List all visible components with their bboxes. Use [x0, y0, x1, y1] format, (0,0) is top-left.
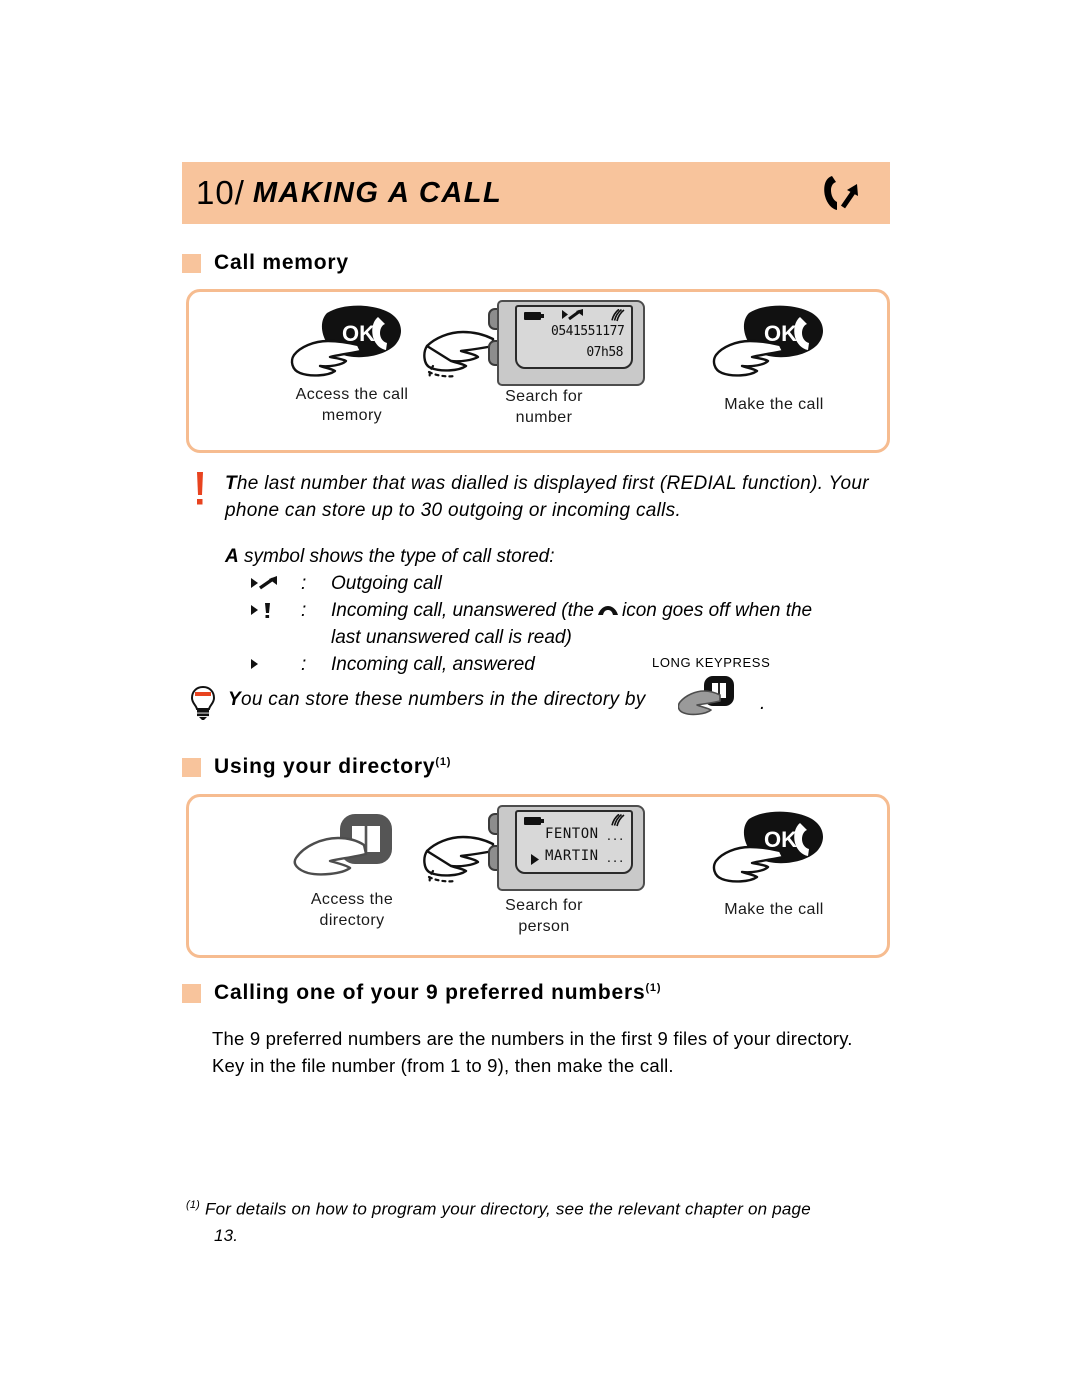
- section-title-footnote-mark: (1): [645, 982, 662, 994]
- tip-note: You can store these numbers in the direc…: [228, 686, 888, 713]
- exclamation-warning-icon: [192, 472, 208, 506]
- section-title-text: Calling one of your 9 preferred numbers: [214, 981, 646, 1004]
- footnote-line2: 13.: [214, 1225, 239, 1245]
- step-caption-line2: person: [518, 918, 570, 935]
- page-bottom-cutoff-strip: [0, 1368, 1080, 1378]
- symbol-row-incoming-answered: : Incoming call, answered: [225, 651, 890, 678]
- hand-pressing-navigation-key-icon: [423, 827, 497, 890]
- warning-line2: phone can store up to 30 outgoing or inc…: [225, 500, 682, 521]
- symbol-description-after: icon goes off when the: [621, 600, 813, 621]
- step-search-for-person: FENTON ... MARTIN ... Search for person: [423, 805, 659, 937]
- step-make-the-call: OK Make the call: [659, 809, 889, 920]
- signal-strength-icon: [611, 308, 626, 322]
- section-title-text: Call memory: [214, 251, 349, 274]
- symbol-colon: :: [301, 654, 307, 675]
- preferred-body-line2: Key in the file number (from 1 to 9), th…: [212, 1055, 674, 1076]
- selection-triangle-icon: [531, 852, 540, 870]
- step-caption-line1: Search for: [505, 897, 583, 914]
- chapter-number: 10/: [196, 174, 245, 211]
- tip-lead-letter: Y: [228, 689, 241, 710]
- outgoing-call-arrow-icon: [562, 307, 586, 324]
- symbol-row-outgoing: : Outgoing call: [225, 570, 890, 597]
- section-title-text: Using your directory: [214, 755, 436, 778]
- hand-pressing-directory-key-icon: [677, 676, 740, 725]
- hand-pressing-ok-key-icon: OK: [708, 805, 840, 894]
- tip-text: ou can store these numbers in the direct…: [240, 689, 646, 710]
- section-title-footnote-mark: (1): [435, 756, 452, 768]
- footnote-line1: For details on how to program your direc…: [204, 1199, 811, 1219]
- step-make-the-call: OK Make the call: [659, 302, 889, 415]
- section-heading-call-memory: Call memory: [182, 251, 349, 275]
- warning-lead-letter: T: [225, 473, 237, 494]
- tip-trailing-period: .: [760, 693, 766, 714]
- long-keypress-label: LONG KEYPRESS: [652, 655, 771, 670]
- step-caption-line2: number: [515, 409, 573, 426]
- battery-icon: [524, 312, 544, 320]
- document-page: 10/ MAKING A CALL Call memory OK Access …: [0, 0, 1080, 1378]
- phone-screen-call-memory: 0541551177 07h58: [515, 305, 633, 369]
- warning-note: The last number that was dialled is disp…: [225, 470, 885, 524]
- call-memory-illustration-box: OK Access the call memory 0541551177 07h…: [186, 289, 890, 453]
- lcd-directory-entry-1-dots: ...: [605, 830, 625, 843]
- directory-illustration-box: Access the directory FENTON ... MARTIN .…: [186, 794, 890, 958]
- phone-screen-directory: FENTON ... MARTIN ...: [515, 810, 633, 874]
- page-header-band: 10/ MAKING A CALL: [182, 162, 890, 224]
- step-caption-line1: Make the call: [724, 901, 824, 918]
- section-heading-preferred-numbers: Calling one of your 9 preferred numbers(…: [182, 981, 661, 1005]
- phone-device-mock: 0541551177 07h58: [488, 300, 645, 386]
- lcd-number: 0541551177: [551, 324, 625, 339]
- incoming-answered-triangle-icon: [225, 651, 301, 677]
- symbol-legend-intro: A symbol shows the type of call stored:: [225, 543, 890, 570]
- battery-icon: [524, 817, 544, 825]
- handset-hook-icon: [597, 598, 619, 615]
- footnote-mark: (1): [186, 1199, 201, 1211]
- lightbulb-tip-icon: [190, 685, 216, 720]
- lcd-directory-entry-1: FENTON: [545, 826, 599, 842]
- lcd-time: 07h58: [586, 345, 623, 360]
- phone-outgoing-call-icon: [816, 171, 862, 215]
- symbol-description-line2: last unanswered call is read): [331, 627, 572, 648]
- lcd-directory-entry-2: MARTIN: [545, 848, 599, 864]
- signal-strength-icon: [611, 813, 626, 827]
- page-footnote: (1) For details on how to program your d…: [186, 1192, 886, 1249]
- section-heading-directory: Using your directory(1): [182, 755, 451, 779]
- incoming-unanswered-exclamation-icon: [225, 597, 301, 623]
- preferred-body-line1: The 9 preferred numbers are the numbers …: [212, 1028, 853, 1049]
- symbol-description-before: Incoming call, unanswered (the: [331, 600, 594, 621]
- step-caption-line1: Search for: [505, 388, 583, 405]
- warning-line1: he last number that was dialled is displ…: [236, 473, 869, 494]
- hand-pressing-directory-key-icon: [292, 808, 412, 891]
- symbol-row-incoming-unanswered: : Incoming call, unanswered (the icon goe…: [225, 597, 890, 651]
- step-search-for-number: 0541551177 07h58 Search for number: [423, 300, 659, 428]
- step-caption-line1: Make the call: [724, 396, 824, 413]
- lcd-directory-entry-2-dots: ...: [605, 852, 625, 865]
- page-title: MAKING A CALL: [252, 176, 503, 209]
- hand-pressing-navigation-key-icon: [423, 322, 497, 385]
- symbol-colon: :: [301, 573, 307, 594]
- call-symbol-legend: A symbol shows the type of call stored: …: [225, 543, 890, 678]
- bullet-square-icon: [182, 253, 201, 273]
- symbol-intro-lead: A: [225, 546, 239, 567]
- bullet-square-icon: [182, 983, 201, 1003]
- outgoing-call-arrow-icon: [225, 570, 301, 596]
- symbol-description: Incoming call, answered: [331, 654, 535, 675]
- bullet-square-icon: [182, 757, 201, 777]
- symbol-intro-rest: symbol shows the type of call stored:: [238, 546, 555, 567]
- symbol-description: Outgoing call: [331, 573, 442, 594]
- symbol-colon: :: [301, 600, 307, 621]
- phone-device-mock: FENTON ... MARTIN ...: [488, 805, 645, 891]
- hand-pressing-ok-key-icon: OK: [708, 299, 840, 388]
- preferred-numbers-body: The 9 preferred numbers are the numbers …: [212, 1025, 890, 1079]
- hand-pressing-ok-key-icon: OK: [286, 299, 418, 388]
